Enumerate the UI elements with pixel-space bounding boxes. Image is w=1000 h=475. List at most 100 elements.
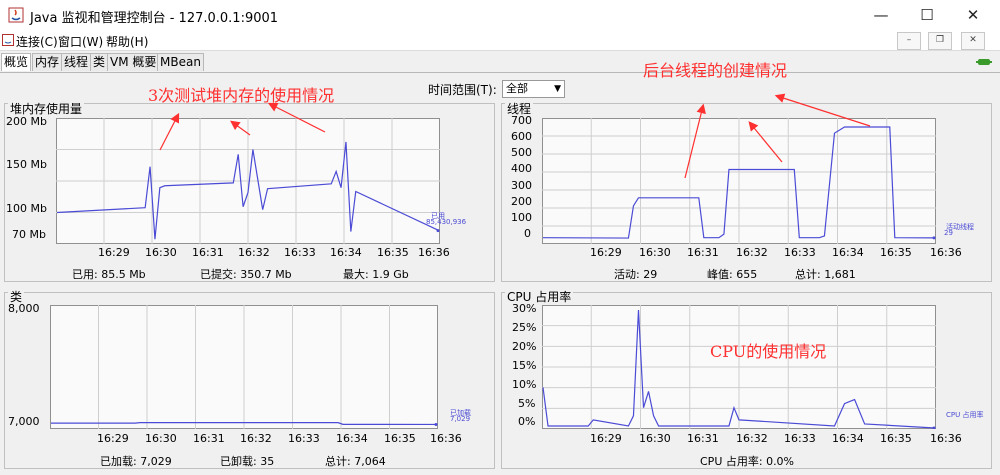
heap-committed: 已提交: 350.7 Mb [200, 268, 292, 281]
heap-y-tick: 100 Mb [6, 202, 47, 215]
threads-y-tick: 600 [511, 130, 532, 143]
x-tick: 16:31 [193, 432, 225, 445]
x-tick: 16:34 [832, 246, 864, 259]
x-tick: 16:30 [639, 432, 671, 445]
heap-y-tick: 200 Mb [6, 115, 47, 128]
maximize-button[interactable]: ☐ [904, 0, 950, 30]
tab-memory[interactable]: 内存 [32, 53, 63, 71]
menu-help[interactable]: 帮助(H) [106, 33, 148, 50]
cpu-legend-label: CPU 占用率 [946, 411, 984, 419]
x-tick: 16:33 [288, 432, 320, 445]
cpu-usage: CPU 占用率: 0.0% [700, 455, 795, 468]
heap-y-tick: 150 Mb [6, 158, 47, 171]
x-tick: 16:32 [736, 246, 768, 259]
threads-y-tick: 400 [511, 162, 532, 175]
cpu-y-tick: 15% [512, 359, 537, 372]
cpu-y-tick: 30% [512, 302, 537, 315]
x-tick: 16:31 [687, 246, 719, 259]
x-tick: 16:33 [284, 246, 316, 259]
cpu-y-tick: 0% [518, 415, 536, 428]
annotation-threads: 后台线程的创建情况 [643, 61, 788, 80]
threads-y-tick: 0 [524, 227, 531, 240]
heap-current-point [436, 229, 440, 233]
x-tick: 16:35 [880, 432, 912, 445]
cpu-y-tick: 25% [512, 321, 537, 334]
classes-y-tick: 7,000 [8, 415, 40, 428]
x-tick: 16:36 [930, 432, 962, 445]
classes-total: 总计: 7,064 [325, 455, 386, 468]
x-tick: 16:30 [145, 432, 177, 445]
java-mini-icon [2, 34, 14, 46]
x-tick: 16:36 [930, 246, 962, 259]
x-tick: 16:34 [330, 246, 362, 259]
connection-status-icon [976, 59, 992, 65]
time-range-select[interactable]: 全部 ▼ [502, 80, 565, 98]
threads-total: 总计: 1,681 [795, 268, 856, 281]
threads-y-tick: 300 [511, 179, 532, 192]
x-tick: 16:29 [590, 246, 622, 259]
java-app-icon [8, 7, 24, 23]
x-tick: 16:35 [384, 432, 416, 445]
classes-chart [50, 305, 438, 429]
chevron-down-icon: ▼ [554, 84, 561, 94]
threads-legend-value: 29 [944, 229, 953, 237]
x-tick: 16:32 [238, 246, 270, 259]
x-tick: 16:35 [880, 246, 912, 259]
menu-connection[interactable]: 连接(C) [16, 33, 58, 50]
time-range-value: 全部 [506, 82, 528, 95]
heap-legend-value: 85,430,936 [426, 218, 467, 226]
classes-y-tick: 8,000 [8, 302, 40, 315]
cpu-y-tick: 5% [518, 397, 536, 410]
menu-bar [0, 30, 1000, 51]
menu-window[interactable]: 窗口(W) [58, 33, 103, 50]
tab-threads[interactable]: 线程 [61, 53, 92, 71]
x-tick: 16:30 [639, 246, 671, 259]
internal-close-button[interactable]: ✕ [961, 32, 985, 50]
annotation-cpu: CPU的使用情况 [710, 342, 827, 361]
x-tick: 16:36 [418, 246, 450, 259]
threads-y-tick: 200 [511, 195, 532, 208]
classes-legend-value: 7,029 [450, 415, 471, 423]
cpu-y-tick: 10% [512, 378, 537, 391]
threads-y-tick: 500 [511, 146, 532, 159]
classes-loaded: 已加载: 7,029 [100, 455, 172, 468]
heap-max: 最大: 1.9 Gb [343, 268, 409, 281]
x-tick: 16:29 [590, 432, 622, 445]
heap-chart [56, 118, 440, 244]
x-tick: 16:32 [240, 432, 272, 445]
time-range-label: 时间范围(T): [428, 83, 497, 97]
x-tick: 16:32 [736, 432, 768, 445]
tab-mbeans[interactable]: MBean [157, 53, 204, 71]
tab-classes[interactable]: 类 [90, 53, 109, 71]
cpu-y-tick: 20% [512, 340, 537, 353]
x-tick: 16:35 [377, 246, 409, 259]
tab-vm-summary[interactable]: VM 概要 [107, 53, 160, 71]
x-tick: 16:29 [98, 246, 130, 259]
x-tick: 16:33 [784, 246, 816, 259]
x-tick: 16:33 [784, 432, 816, 445]
minimize-button[interactable]: — [858, 0, 904, 30]
x-tick: 16:30 [145, 246, 177, 259]
heap-y-tick: 70 Mb [12, 228, 46, 241]
x-tick: 16:34 [336, 432, 368, 445]
cpu-chart [542, 305, 936, 429]
threads-peak: 峰值: 655 [707, 268, 758, 281]
threads-current-point [932, 236, 936, 240]
threads-y-tick: 700 [511, 114, 532, 127]
x-tick: 16:31 [687, 432, 719, 445]
x-tick: 16:34 [832, 432, 864, 445]
threads-live: 活动: 29 [614, 268, 658, 281]
internal-restore-button[interactable]: ❐ [928, 32, 952, 50]
window-title: Java 监视和管理控制台 - 127.0.0.1:9001 [30, 11, 279, 26]
classes-current-point [434, 422, 438, 426]
x-tick: 16:31 [192, 246, 224, 259]
heap-used: 已用: 85.5 Mb [72, 268, 146, 281]
close-button[interactable]: ✕ [950, 0, 996, 30]
x-tick: 16:29 [97, 432, 129, 445]
classes-unloaded: 已卸载: 35 [220, 455, 275, 468]
threads-y-tick: 100 [511, 211, 532, 224]
threads-chart [542, 118, 936, 244]
internal-minimize-button[interactable]: – [897, 32, 921, 50]
x-tick: 16:36 [430, 432, 462, 445]
tab-overview[interactable]: 概览 [1, 53, 32, 71]
